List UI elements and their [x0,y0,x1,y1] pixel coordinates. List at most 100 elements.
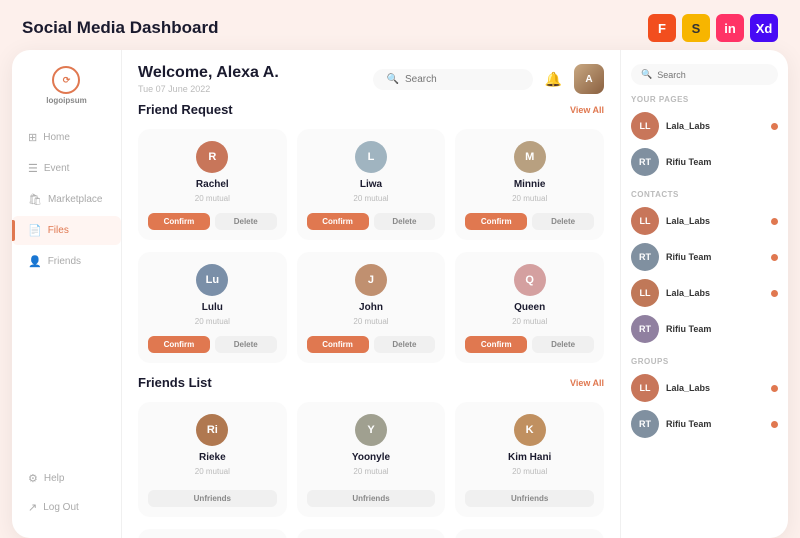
right-panel: 🔍 YOUR PAGES LL Lala_Labs RT Rifiu Team … [620,50,788,538]
sketch-icon[interactable]: S [682,14,710,42]
online-dot-contact-1 [771,254,778,261]
friends-list-header: Friends List View All [138,375,604,390]
contact-avatar-3: RT [631,315,659,343]
notification-bell-icon[interactable]: 🔔 [545,71,562,88]
search-input[interactable] [405,74,515,85]
avatar-liwa: L [355,141,387,173]
friends-list-view-all[interactable]: View All [570,378,604,388]
avatar-john: J [355,264,387,296]
actions-queen: Confirm Delete [465,336,594,353]
confirm-john-button[interactable]: Confirm [307,336,369,353]
groups-title: Groups [631,357,778,366]
unfriend-yoonyle-button[interactable]: Unfriends [307,490,436,507]
files-icon: 📄 [28,224,42,237]
unfriend-rieke-button[interactable]: Unfriends [148,490,277,507]
contact-item-1[interactable]: RT Rifiu Team [631,239,778,275]
friend-request-card-lulu: Lu Lulu 20 mutual Confirm Delete [138,252,287,363]
sidebar-item-files[interactable]: 📄 Files [12,216,121,245]
delete-john-button[interactable]: Delete [374,336,436,353]
contact-name-0: Lala_Labs [666,216,764,226]
delete-lulu-button[interactable]: Delete [215,336,277,353]
group-item-0[interactable]: LL Lala_Labs [631,370,778,406]
friend-card-kimhani: K Kim Hani 20 mutual Unfriends [455,402,604,517]
figma-icon[interactable]: F [648,14,676,42]
delete-minnie-button[interactable]: Delete [532,213,594,230]
friend-request-card-queen: Q Queen 20 mutual Confirm Delete [455,252,604,363]
header-search-box[interactable]: 🔍 [373,69,533,90]
avatar-kimhani: K [514,414,546,446]
sidebar-label-home: Home [43,132,70,143]
sidebar-item-logout[interactable]: ↗ Log Out [12,493,121,522]
contact-item-0[interactable]: LL Lala_Labs [631,203,778,239]
friend-requests-row-2: Lu Lulu 20 mutual Confirm Delete J John … [138,252,604,363]
mutual-lulu: 20 mutual [195,317,230,326]
content-scroll: Friend Request View All R Rachel 20 mutu… [122,102,620,538]
unfriend-kimhani-button[interactable]: Unfriends [465,490,594,507]
avatar-lulu: Lu [196,264,228,296]
contact-avatar-1: RT [631,243,659,271]
panel-search-icon: 🔍 [641,69,652,80]
marketplace-icon: 🛍 [28,193,42,206]
delete-queen-button[interactable]: Delete [532,336,594,353]
sidebar-item-marketplace[interactable]: 🛍 Marketplace [12,185,121,214]
friends-list-title: Friends List [138,375,212,390]
confirm-liwa-button[interactable]: Confirm [307,213,369,230]
name-minnie: Minnie [514,179,546,190]
confirm-queen-button[interactable]: Confirm [465,336,527,353]
actions-john: Confirm Delete [307,336,436,353]
mutual-rieke: 20 mutual [195,467,230,476]
mutual-liwa: 20 mutual [353,194,388,203]
panel-search-input[interactable] [657,70,768,80]
friend-requests-title: Friend Request [138,102,233,117]
online-dot-group-1 [771,421,778,428]
search-icon: 🔍 [387,74,399,85]
avatar-yoonyle: Y [355,414,387,446]
help-icon: ⚙ [28,472,38,485]
page-name-rifiu: Rifiu Team [666,157,778,167]
brand-icons-row: F S in Xd [648,14,778,42]
avatar-minnie: M [514,141,546,173]
group-avatar-1: RT [631,410,659,438]
sidebar-item-friends[interactable]: 👤 Friends [12,247,121,276]
friend-requests-header: Friend Request View All [138,102,604,117]
your-pages-title: YOUR PAGES [631,95,778,104]
friend-card-yoonyle: Y Yoonyle 20 mutual Unfriends [297,402,446,517]
sidebar-item-event[interactable]: ☰ Event [12,154,121,183]
confirm-rachel-button[interactable]: Confirm [148,213,210,230]
sidebar-item-home[interactable]: ⊞ Home [12,123,121,152]
contact-item-3[interactable]: RT Rifiu Team [631,311,778,347]
friend-request-card-liwa: L Liwa 20 mutual Confirm Delete [297,129,446,240]
welcome-block: Welcome, Alexa A. Tue 07 June 2022 [138,64,361,94]
sidebar-item-help[interactable]: ⚙ Help [12,464,121,493]
page-item-lala[interactable]: LL Lala_Labs [631,108,778,144]
mutual-queen: 20 mutual [512,317,547,326]
page-item-rifiu[interactable]: RT Rifiu Team [631,144,778,180]
contact-avatar-2: LL [631,279,659,307]
friend-request-card-rachel: R Rachel 20 mutual Confirm Delete [138,129,287,240]
contact-item-2[interactable]: LL Lala_Labs [631,275,778,311]
mutual-yoonyle: 20 mutual [353,467,388,476]
delete-liwa-button[interactable]: Delete [374,213,436,230]
xd-icon[interactable]: Xd [750,14,778,42]
panel-search-box[interactable]: 🔍 [631,64,778,85]
home-icon: ⊞ [28,131,37,144]
confirm-minnie-button[interactable]: Confirm [465,213,527,230]
delete-rachel-button[interactable]: Delete [215,213,277,230]
friends-list-row-2: T Teresa 20 mutual Unfriends Z Zacky 20 … [138,529,604,538]
content-area: Welcome, Alexa A. Tue 07 June 2022 🔍 🔔 A… [122,50,620,538]
top-bar: Social Media Dashboard F S in Xd [0,0,800,50]
nav-items: ⊞ Home ☰ Event 🛍 Marketplace 📄 Files 👤 F… [12,123,121,276]
online-dot-contact-0 [771,218,778,225]
online-dot-lala [771,123,778,130]
logo-icon: ⟳ [52,66,80,94]
friend-card-zidan: Zi Zidan 20 mutual Unfriends [455,529,604,538]
friend-requests-view-all[interactable]: View All [570,105,604,115]
group-item-1[interactable]: RT Rifiu Team [631,406,778,442]
logo-area: ⟳ logoipsum [46,66,86,105]
invision-icon[interactable]: in [716,14,744,42]
avatar-rieke: Ri [196,414,228,446]
page-avatar-lala: LL [631,112,659,140]
sidebar-bottom: ⚙ Help ↗ Log Out [12,464,121,522]
confirm-lulu-button[interactable]: Confirm [148,336,210,353]
avatar: A [574,64,604,94]
